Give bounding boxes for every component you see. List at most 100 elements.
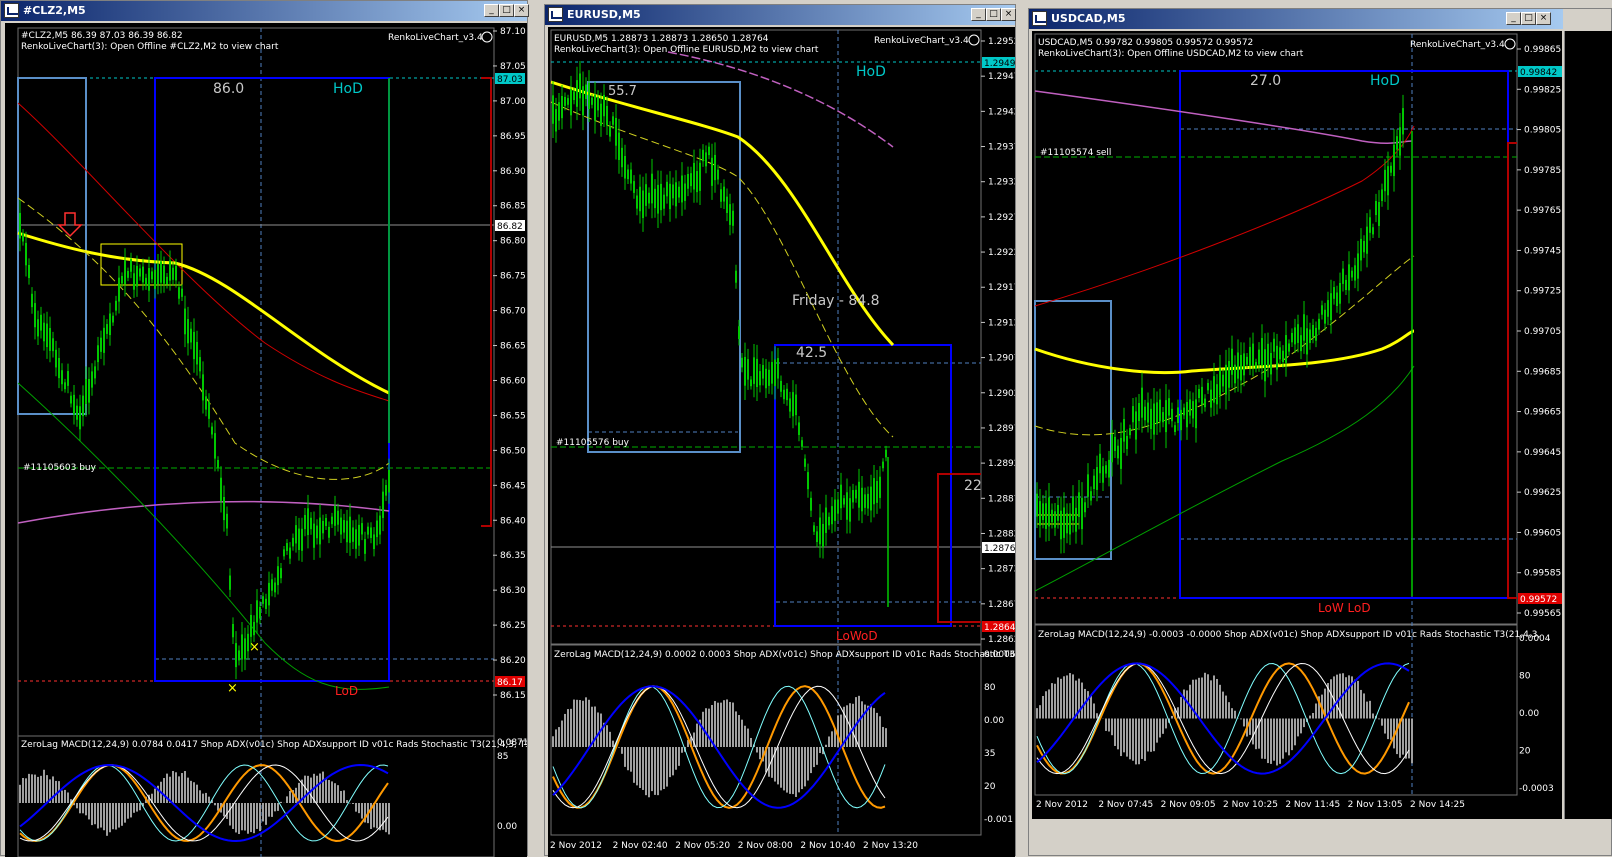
candle-body <box>301 529 303 551</box>
window-titlebar[interactable]: EURUSD,M5 <box>545 5 1015 25</box>
histogram-bar <box>1360 690 1362 719</box>
histogram-bar <box>1303 719 1305 728</box>
minimize-button[interactable]: _ <box>484 4 499 17</box>
hod-label: HoD <box>333 81 363 97</box>
candle-body <box>843 498 845 504</box>
chart-canvas[interactable]: EURUSD,M5 1.28873 1.28873 1.28650 1.2876… <box>548 27 1015 857</box>
close-button[interactable]: × <box>1001 8 1016 21</box>
price-tick-label: 1.29325 <box>988 178 1015 188</box>
candle-body <box>786 389 788 400</box>
histogram-bar <box>241 803 243 830</box>
candle-body <box>828 517 830 526</box>
price-tick-label: 1.28875 <box>988 494 1015 504</box>
histogram-bar <box>118 803 120 828</box>
minimize-button[interactable]: _ <box>1506 12 1521 25</box>
candle-body <box>1135 411 1137 439</box>
window-titlebar[interactable]: USDCAD,M5 <box>1029 9 1563 29</box>
candle-body <box>1342 269 1344 284</box>
histogram-bar <box>1183 690 1185 719</box>
window-titlebar[interactable]: #CLZ2,M5 <box>1 1 527 21</box>
candle-body <box>1372 227 1374 234</box>
time-tick-label: 2 Nov 13:20 <box>863 841 918 851</box>
cross-marker: × <box>249 640 260 655</box>
candle-body <box>292 538 294 547</box>
histogram-bar <box>660 747 662 790</box>
candle-body <box>283 549 285 556</box>
indicator-axis: 0.0006800.003520-0.001 <box>984 650 1015 825</box>
price-tick-label: 1.29075 <box>988 354 1015 364</box>
histogram-bar <box>645 747 647 795</box>
price-chart-area[interactable]: USDCAD,M5 0.99782 0.99805 0.99572 0.9957… <box>1032 31 1562 819</box>
candle-body <box>1234 365 1236 384</box>
price-axis: 87.1087.0587.0086.9586.9086.8586.8086.75… <box>493 27 526 701</box>
chart-canvas[interactable]: × × #CLZ2,M5 86.39 87.03 86.39 86.82 Ren… <box>5 23 527 857</box>
indicator-plot <box>552 686 887 808</box>
candle-body <box>364 539 366 554</box>
candle-body <box>67 371 69 386</box>
candle-body <box>1177 407 1179 423</box>
histogram-bar <box>1198 678 1200 719</box>
candle-body <box>139 268 141 276</box>
candle-body <box>1045 503 1047 529</box>
candle-body <box>1312 325 1314 337</box>
candle-body <box>825 508 827 533</box>
price-chart-area[interactable]: × × #CLZ2,M5 86.39 87.03 86.39 86.82 Ren… <box>5 23 527 857</box>
side-chart-strip <box>1564 31 1612 819</box>
candle-body <box>175 266 177 280</box>
candle-body <box>705 152 707 166</box>
histogram-bar <box>1372 713 1374 718</box>
candle-body <box>720 189 722 202</box>
chart-window-icon <box>548 7 563 22</box>
candle-body <box>379 516 381 535</box>
candle-body <box>1093 476 1095 489</box>
price-chart-area[interactable]: EURUSD,M5 1.28873 1.28873 1.28650 1.2876… <box>548 27 1015 857</box>
chart-window-clz2[interactable]: #CLZ2,M5 _ □ × <box>0 0 528 856</box>
candle-body <box>112 316 114 323</box>
close-button[interactable]: × <box>514 4 529 17</box>
candle-body <box>1117 446 1119 459</box>
friday-label: Friday - 84.8 <box>792 293 880 309</box>
histogram-bar <box>1228 702 1230 718</box>
close-button[interactable]: × <box>1536 12 1551 25</box>
histogram-bar <box>1159 719 1161 738</box>
chart-canvas[interactable]: USDCAD,M5 0.99782 0.99805 0.99572 0.9957… <box>1032 31 1562 819</box>
candle-body <box>663 195 665 209</box>
candle-body <box>1387 166 1389 195</box>
candle-body <box>328 527 330 538</box>
maximize-button[interactable]: □ <box>499 4 514 17</box>
histogram-bar <box>732 703 734 747</box>
histogram-bar <box>564 714 566 747</box>
histogram-bar <box>352 803 354 804</box>
histogram-bar <box>1357 681 1359 719</box>
indicator-pane-frame <box>551 645 981 835</box>
maximize-button[interactable]: □ <box>1521 12 1536 25</box>
maximize-button[interactable]: □ <box>986 8 1001 21</box>
chart-window-eurusd[interactable]: EURUSD,M5 _ □ × EURUSD,M5 1.28873 1.2887… <box>544 4 1016 856</box>
candle-body <box>693 163 695 190</box>
histogram-bar <box>1138 719 1140 765</box>
chart-window-usdcad[interactable]: USDCAD,M5 _ □ × USDCAD,M5 0.99782 0.9980… <box>1028 8 1612 856</box>
histogram-bar <box>573 700 575 747</box>
candle-body <box>343 520 345 532</box>
candle-body <box>31 294 33 307</box>
candle-body <box>1303 314 1305 340</box>
histogram-bar <box>1108 719 1110 732</box>
candle-body <box>675 182 677 206</box>
candle-body <box>1264 349 1266 381</box>
candle-body <box>1288 343 1290 351</box>
candle-body <box>852 490 854 502</box>
candle-body <box>846 492 848 519</box>
candle-body <box>1081 498 1083 529</box>
histogram-bar <box>576 700 578 747</box>
candle-body <box>834 500 836 521</box>
histogram-bar <box>582 701 584 747</box>
minimize-button[interactable]: _ <box>971 8 986 21</box>
histogram-bar <box>1222 692 1224 719</box>
candle-body <box>133 273 135 289</box>
candle-body <box>861 488 863 512</box>
candle-body <box>591 98 593 105</box>
indicator-pane-frame <box>18 736 494 857</box>
time-axis: 2 Nov 20122 Nov 02:402 Nov 05:202 Nov 08… <box>550 841 918 851</box>
candle-body <box>1285 335 1287 363</box>
price-axis: 0.998650.998250.998050.997850.997650.997… <box>1517 45 1561 619</box>
